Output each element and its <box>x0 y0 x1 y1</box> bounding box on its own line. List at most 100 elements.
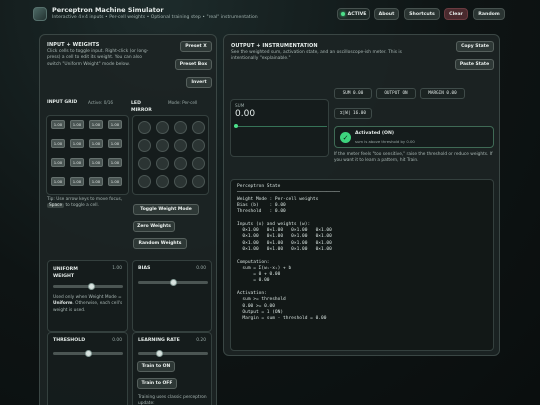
learning-rate-label: LEARNING RATE <box>138 338 180 343</box>
about-button[interactable]: About <box>374 8 399 20</box>
active-count: Active: 0/16 <box>88 100 114 105</box>
random-button[interactable]: Random <box>473 8 505 20</box>
output-panel-description: See the weighted sum, activation state, … <box>231 50 402 62</box>
training-note: Training uses classic perceptron update: <box>138 395 207 405</box>
meter-label: SUM <box>235 103 245 108</box>
grid-cell[interactable]: 1.00 <box>89 139 103 148</box>
grid-cell[interactable]: 1.00 <box>89 177 103 186</box>
grid-cell[interactable]: 1.00 <box>89 120 103 129</box>
led-indicator <box>156 121 169 134</box>
state-text: Perceptron State ───────────────────────… <box>237 184 340 322</box>
output-panel: OUTPUT + INSTRUMENTATION See the weighte… <box>223 34 500 356</box>
clear-button[interactable]: Clear <box>444 8 468 20</box>
grid-cell[interactable]: 1.00 <box>51 177 65 186</box>
learning-rate-card: LEARNING RATE 0.20 Train to ON Train to … <box>132 332 212 405</box>
input-panel-title: INPUT + WEIGHTS <box>47 42 100 48</box>
shortcuts-button[interactable]: Shortcuts <box>404 8 440 20</box>
grid-cell[interactable]: 1.00 <box>70 158 84 167</box>
sum-chip: SUM 0.00 <box>334 88 372 99</box>
status-badge: ACTIVE <box>337 8 370 20</box>
led-indicator <box>174 139 187 152</box>
grid-cell[interactable]: 1.00 <box>108 139 122 148</box>
input-grid: 1.00 1.00 1.00 1.00 1.00 1.00 1.00 1.00 1.00 1.00… <box>46 115 129 195</box>
grid-cell[interactable]: 1.00 <box>89 158 103 167</box>
grid-cell[interactable]: 1.00 <box>70 139 84 148</box>
led-indicator <box>192 139 205 152</box>
app-subtitle: Interactive 4×4 inputs • Per-cell weight… <box>52 15 258 20</box>
invert-button[interactable]: Invert <box>186 77 212 88</box>
grid-cell[interactable]: 1.00 <box>108 158 122 167</box>
led-indicator <box>174 175 187 188</box>
output-chip: OUTPUT ON <box>376 88 416 99</box>
led-indicator <box>138 121 151 134</box>
led-indicator <box>156 175 169 188</box>
uniform-weight-note: Used only when Weight Mode = Uniform. Ot… <box>53 295 123 313</box>
bias-knob[interactable] <box>169 279 177 286</box>
led-indicator <box>192 175 205 188</box>
grid-cell[interactable]: 1.00 <box>51 158 65 167</box>
copy-state-button[interactable]: Copy State <box>456 41 494 52</box>
learning-rate-value: 0.20 <box>196 338 206 343</box>
app-logo <box>33 7 47 21</box>
led-mirror-title: LED MIRROR <box>131 101 152 113</box>
input-panel: INPUT + WEIGHTS Click cells to toggle in… <box>39 34 217 405</box>
grid-cell[interactable]: 1.00 <box>70 177 84 186</box>
status-dot-icon <box>340 12 345 16</box>
led-indicator <box>156 139 169 152</box>
threshold-label: THRESHOLD <box>53 338 86 343</box>
learning-rate-slider[interactable] <box>138 352 208 355</box>
led-indicator <box>138 157 151 170</box>
threshold-value: 0.00 <box>112 338 122 343</box>
input-grid-title: INPUT GRID <box>47 100 78 105</box>
meter-hint: If the meter feels "too sensitive," rais… <box>334 152 493 164</box>
grid-cell[interactable]: 1.00 <box>108 177 122 186</box>
led-indicator <box>138 175 151 188</box>
zero-weights-button[interactable]: Zero Weights <box>133 221 175 232</box>
meter-dot-icon <box>234 124 238 128</box>
input-panel-description: Click cells to toggle input. Right-click… <box>47 49 149 67</box>
bias-value: 0.00 <box>196 266 206 271</box>
uniform-weight-label: UNIFORM WEIGHT <box>53 267 78 279</box>
grid-cell[interactable]: 1.00 <box>108 120 122 129</box>
uniform-weight-knob[interactable] <box>88 283 95 290</box>
margin-chip: MARGIN 0.00 <box>420 88 465 99</box>
grid-cell[interactable]: 1.00 <box>70 120 84 129</box>
grid-cell[interactable]: 1.00 <box>51 139 65 148</box>
threshold-knob[interactable] <box>84 350 92 357</box>
check-icon: ✓ <box>340 132 351 143</box>
led-mirror <box>132 115 209 195</box>
train-off-button[interactable]: Train to OFF <box>137 378 177 389</box>
keyboard-tip: Tip: Use arrow keys to move focus, Space… <box>47 197 123 209</box>
toggle-weight-mode-button[interactable]: Toggle Weight Mode <box>133 204 199 215</box>
output-panel-title: OUTPUT + INSTRUMENTATION <box>231 43 318 49</box>
state-console: Perceptron State ───────────────────────… <box>230 179 494 351</box>
random-weights-button[interactable]: Random Weights <box>133 238 187 249</box>
preset-box-button[interactable]: Preset Box <box>175 59 212 70</box>
abs-weight-chip: Σ|W| 16.00 <box>334 108 372 119</box>
led-indicator <box>138 139 151 152</box>
train-on-button[interactable]: Train to ON <box>137 361 175 372</box>
oscilloscope-meter: SUM 0.00 <box>230 99 329 157</box>
activation-title: Activated (ON) <box>355 131 395 136</box>
meter-value: 0.00 <box>235 109 256 119</box>
activation-detail: sum is above threshold by 0.00 <box>355 139 415 144</box>
threshold-card: THRESHOLD 0.00 <box>47 332 128 405</box>
preset-x-button[interactable]: Preset X <box>180 41 212 52</box>
app-title: Perceptron Machine Simulator <box>52 6 164 14</box>
learning-rate-knob[interactable] <box>155 350 163 357</box>
led-indicator <box>192 157 205 170</box>
uniform-weight-card: UNIFORM WEIGHT 1.00 Used only when Weigh… <box>47 260 128 332</box>
paste-state-button[interactable]: Paste State <box>455 59 494 70</box>
space-key-badge: Space <box>47 203 65 209</box>
bias-card: BIAS 0.00 <box>132 260 212 332</box>
grid-cell[interactable]: 1.00 <box>51 120 65 129</box>
bias-label: BIAS <box>138 266 151 271</box>
led-indicator <box>192 121 205 134</box>
led-indicator <box>174 157 187 170</box>
activation-card: ✓ Activated (ON) sum is above threshold … <box>334 126 494 148</box>
weight-mode-label: Mode: Per-cell <box>168 100 198 105</box>
uniform-weight-value: 1.00 <box>112 266 122 271</box>
led-indicator <box>174 121 187 134</box>
meter-trace <box>234 126 327 127</box>
led-indicator <box>156 157 169 170</box>
